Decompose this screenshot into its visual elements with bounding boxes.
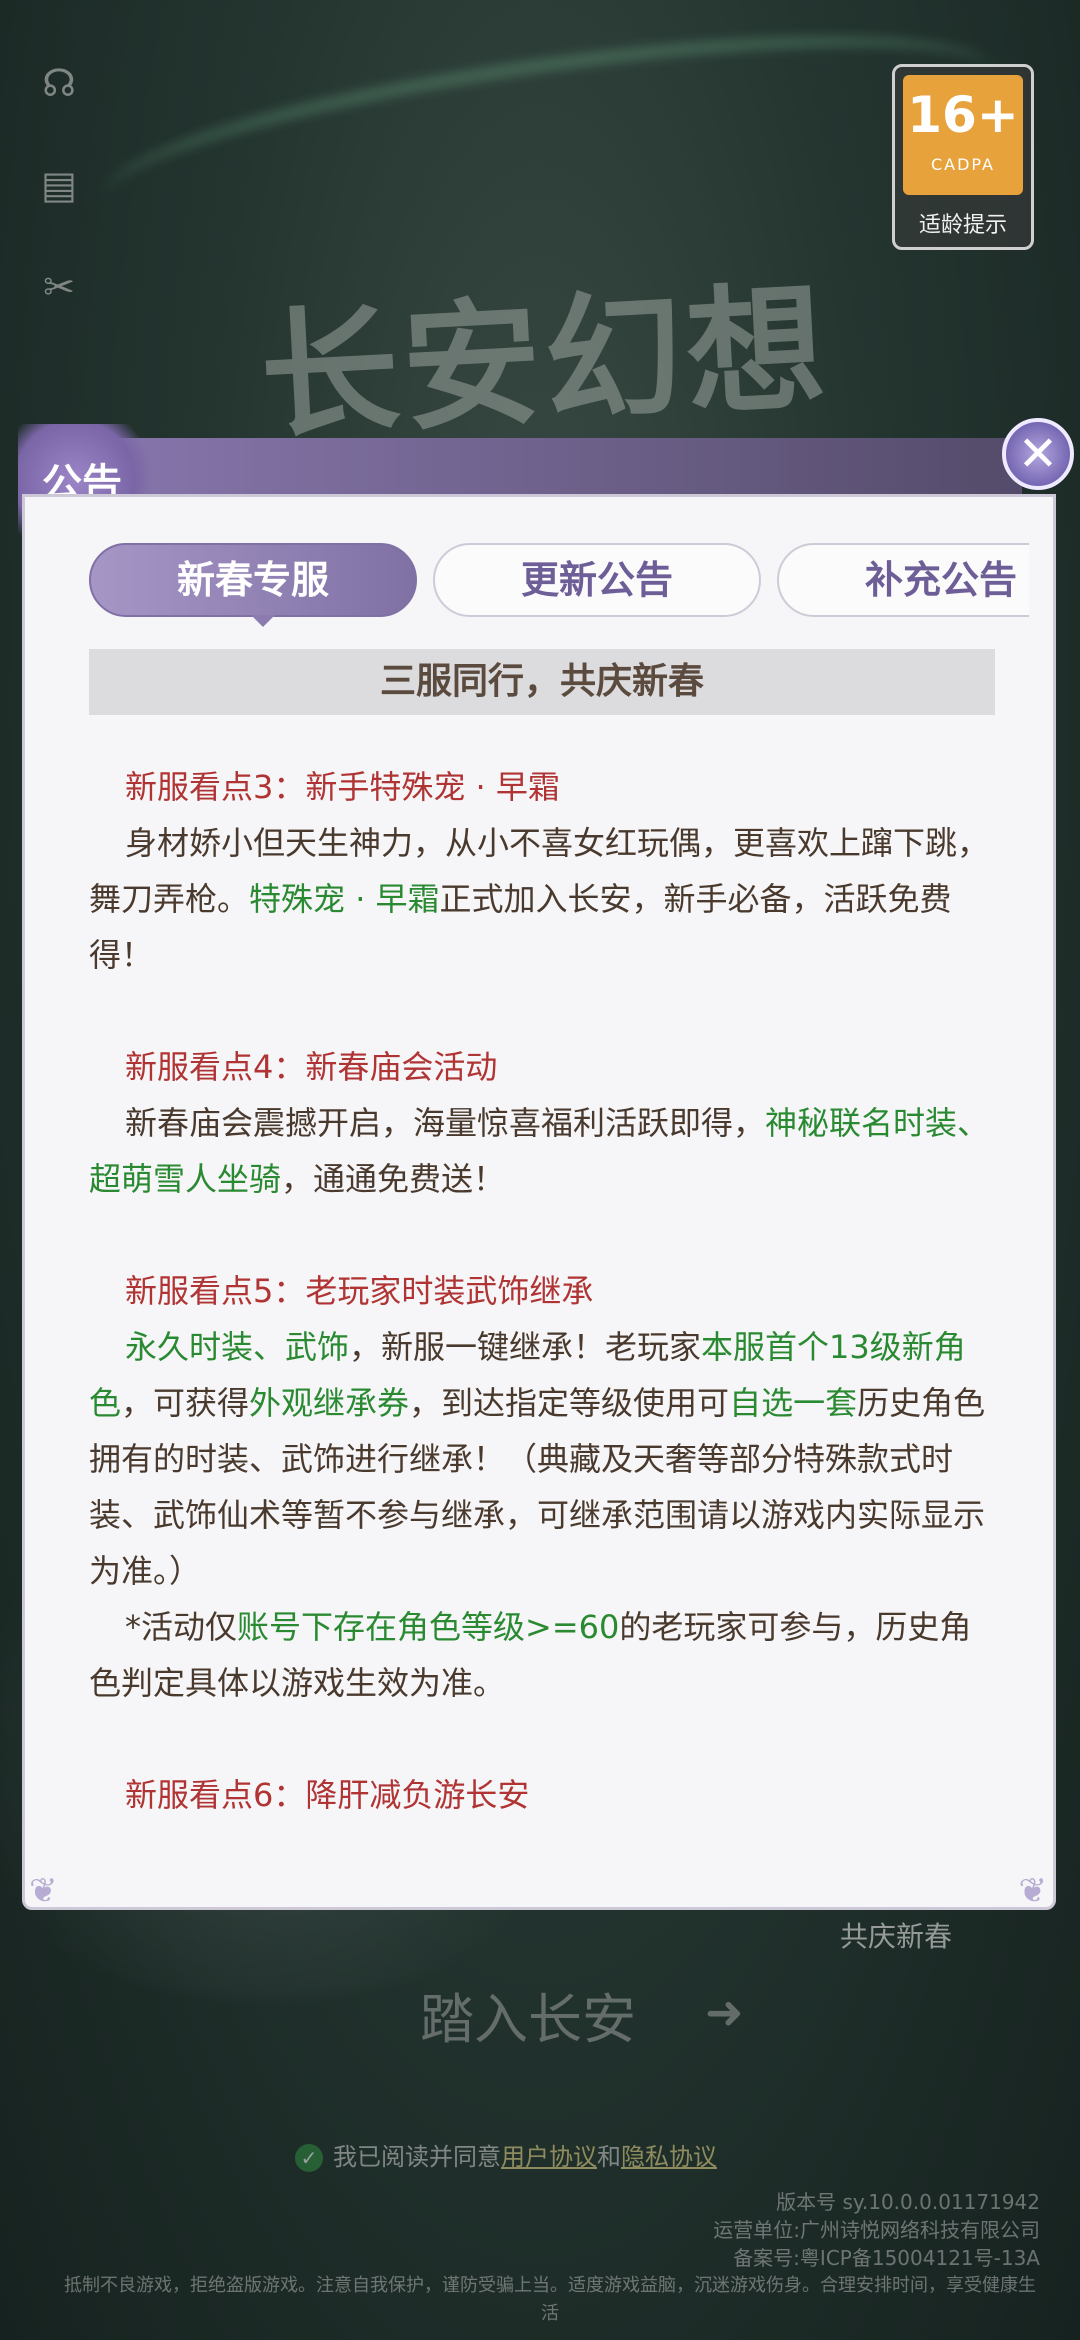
dialog-body: 新春专服 更新公告 补充公告 三服同行，共庆新春 新服看点3：新手特殊宠 · 早霜 … — [22, 494, 1056, 1910]
section-banner: 三服同行，共庆新春 — [89, 649, 995, 715]
close-icon: ✕ — [1017, 426, 1059, 482]
side-toolbar: ☊ ▤ ✂ — [36, 60, 82, 310]
age-rating-badge[interactable]: 16+ CADPA 适龄提示 — [892, 64, 1034, 250]
version-number: 版本号 sy.10.0.0.01171942 — [776, 2190, 1040, 2214]
ornament-corner-icon: ❦ — [1018, 1871, 1048, 1910]
background-streak — [93, 0, 1007, 272]
icp-number: 备案号:粤ICP备15004121号-13A — [733, 2246, 1040, 2270]
tab-supplementary-notice[interactable]: 补充公告 — [777, 543, 1029, 617]
text-run: ，通通免费送！ — [281, 1160, 506, 1198]
dialog-header — [38, 438, 1022, 494]
announcement-icon[interactable]: ▤ — [36, 162, 82, 208]
agreement-line: ✓ 我已阅读并同意用户协议和隐私协议 — [295, 2137, 717, 2172]
user-agreement-link[interactable]: 用户协议 — [501, 2143, 597, 2171]
section-heading: 新服看点3：新手特殊宠 · 早霜 — [125, 768, 560, 806]
text-run: 新春庙会震撼开启，海量惊喜福利活跃即得， — [125, 1104, 766, 1142]
repair-icon[interactable]: ✂ — [36, 264, 82, 310]
footer-info: 版本号 sy.10.0.0.01171942 运营单位:广州诗悦网络科技有限公司… — [60, 2188, 1040, 2328]
highlight-text: 特殊宠 · 早霜 — [249, 880, 440, 918]
section-heading: 新服看点6：降肝减负游长安 — [125, 1776, 530, 1814]
text-run: ，到达指定等级使用可 — [409, 1384, 730, 1422]
arrow-right-icon: ➜ — [705, 1985, 744, 2039]
highlight-text: 外观继承券 — [249, 1384, 410, 1422]
text-run: ，新服一键继承！老玩家 — [349, 1328, 702, 1366]
announcement-content[interactable]: 新服看点3：新手特殊宠 · 早霜 身材娇小但天生神力，从小不喜女红玩偶，更喜欢上… — [89, 759, 1003, 1823]
tab-update-notice[interactable]: 更新公告 — [433, 543, 761, 617]
highlight-text: 自选一套 — [729, 1384, 858, 1422]
operator-info: 运营单位:广州诗悦网络科技有限公司 — [713, 2218, 1040, 2242]
health-notice: 抵制不良游戏，拒绝盗版游戏。注意自我保护，谨防受骗上当。适度游戏益脑，沉迷游戏伤… — [64, 2275, 1036, 2324]
age-rating-org: CADPA — [930, 155, 995, 174]
highlight-text: 永久时装、武饰 — [125, 1328, 350, 1366]
agreement-checkbox[interactable]: ✓ — [295, 2144, 323, 2172]
agreement-and: 和 — [597, 2143, 621, 2171]
section-heading: 新服看点5：老玩家时装武饰继承 — [125, 1272, 594, 1310]
active-tab-pointer — [251, 615, 275, 627]
text-run: ，可获得 — [121, 1384, 250, 1422]
customer-service-icon[interactable]: ☊ — [36, 60, 82, 106]
section-heading: 新服看点4：新春庙会活动 — [125, 1048, 498, 1086]
section-paragraph: *活动仅账号下存在角色等级>=60的老玩家可参与，历史角色判定具体以游戏生效为准… — [89, 1599, 1003, 1711]
highlight-text: 账号下存在角色等级>=60 — [237, 1608, 620, 1646]
privacy-agreement-link[interactable]: 隐私协议 — [621, 2143, 717, 2171]
agreement-prefix: 我已阅读并同意 — [333, 2143, 501, 2171]
age-rating-number: 16+ — [907, 86, 1019, 144]
ornament-corner-icon: ❦ — [29, 1871, 58, 1910]
announcement-dialog: 公告 ✕ 新春专服 更新公告 补充公告 三服同行，共庆新春 新服看点3：新手特殊宠 … — [18, 418, 1074, 1910]
game-logo: 长安幻想 — [256, 265, 833, 458]
close-button[interactable]: ✕ — [1002, 418, 1074, 490]
text-run: *活动仅 — [125, 1608, 238, 1646]
enter-game-button[interactable]: 踏入长安 — [420, 1975, 636, 2054]
tab-new-year-server[interactable]: 新春专服 — [89, 543, 417, 617]
section-paragraph: 永久时装、武饰，新服一键继承！老玩家本服首个13级新角色，可获得外观继承券，到达… — [89, 1319, 1003, 1599]
tab-bar: 新春专服 更新公告 补充公告 — [89, 543, 1029, 621]
section-paragraph: 新春庙会震撼开启，海量惊喜福利活跃即得，神秘联名时装、超萌雪人坐骑，通通免费送！ — [89, 1095, 1003, 1207]
age-rating-box: 16+ CADPA — [903, 75, 1023, 195]
age-rating-tip: 适龄提示 — [918, 213, 1007, 238]
background-slogan: 共庆新春 — [840, 1920, 953, 1953]
section-paragraph: 身材娇小但天生神力，从小不喜女红玩偶，更喜欢上蹿下跳，舞刀弄枪。特殊宠 · 早霜… — [89, 815, 1003, 983]
